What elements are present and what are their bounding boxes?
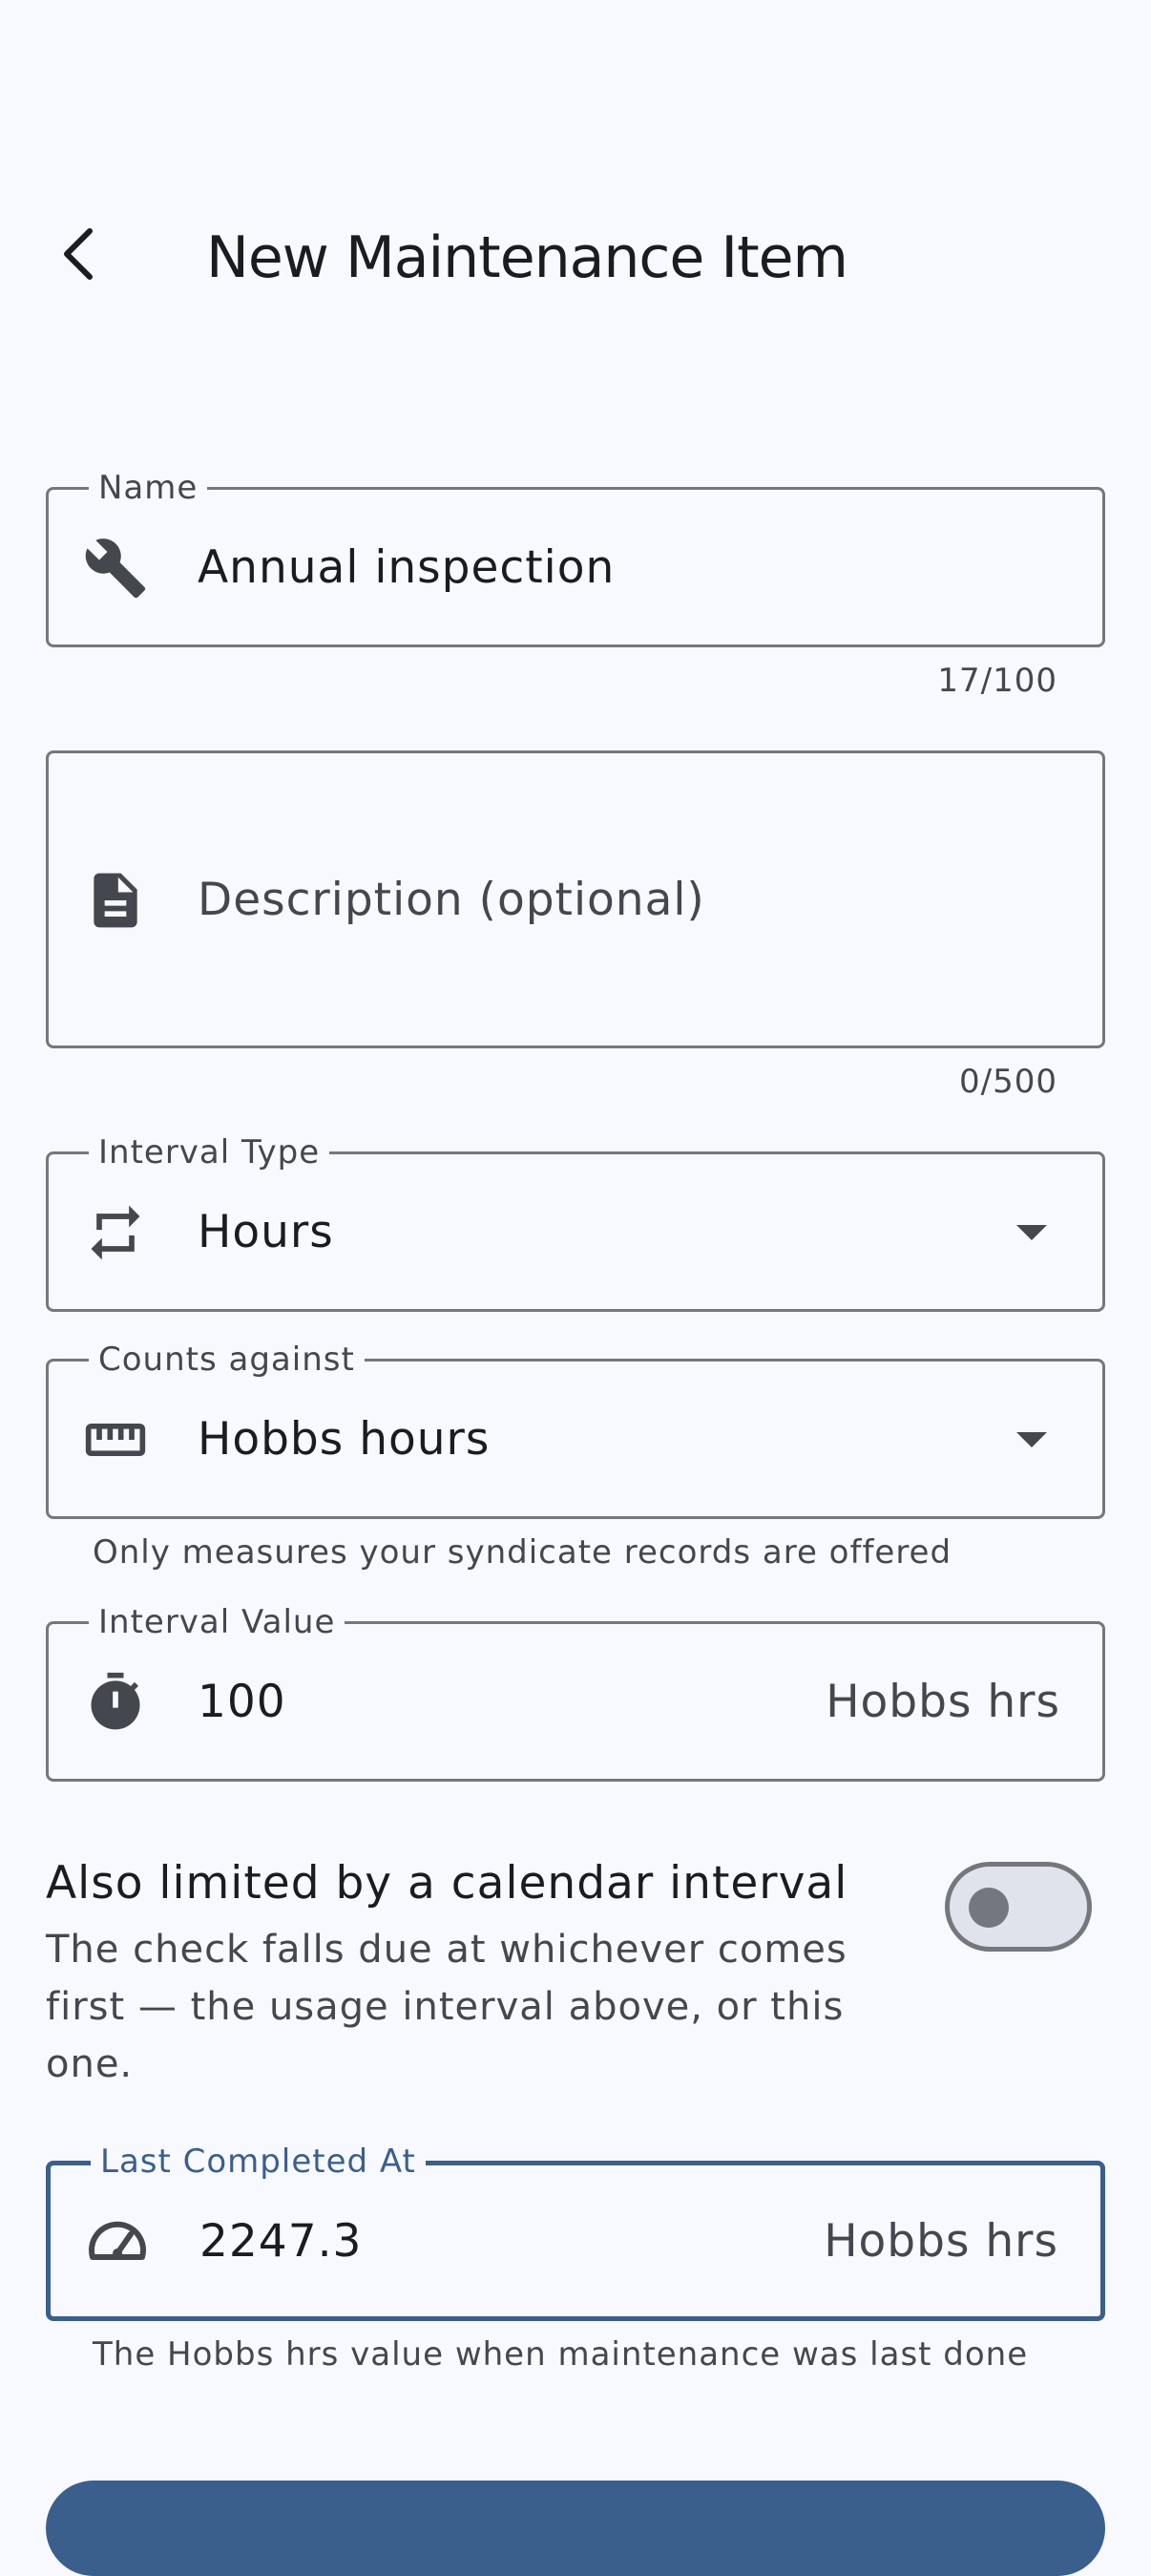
ruler-icon	[83, 1407, 148, 1472]
name-char-counter: 17/100	[937, 662, 1057, 700]
speedometer-icon	[85, 2209, 150, 2274]
top-app-bar: New Maintenance Item	[0, 0, 1151, 382]
name-field[interactable]: Name Annual inspection	[46, 469, 1105, 647]
repeat-icon	[83, 1200, 148, 1265]
last-completed-field[interactable]: Last Completed At 2247.3 Hobbs hrs	[46, 2143, 1105, 2321]
interval-type-value: Hours	[198, 1206, 334, 1258]
page-title: New Maintenance Item	[206, 224, 848, 291]
interval-value-field[interactable]: Interval Value 100 Hobbs hrs	[46, 1603, 1105, 1782]
chevron-down-icon	[1011, 1212, 1053, 1254]
document-icon	[83, 868, 148, 933]
counts-against-value: Hobbs hours	[198, 1413, 491, 1466]
interval-type-label: Interval Type	[89, 1133, 330, 1172]
last-completed-label: Last Completed At	[91, 2143, 426, 2181]
timer-icon	[83, 1670, 148, 1735]
interval-value-suffix: Hobbs hrs	[826, 1676, 1060, 1728]
calendar-interval-switch[interactable]	[945, 1862, 1092, 1952]
interval-type-dropdown[interactable]: Interval Type Hours	[46, 1133, 1105, 1312]
wrench-icon	[83, 536, 148, 601]
counts-against-dropdown[interactable]: Counts against Hobbs hours	[46, 1341, 1105, 1519]
counts-against-helper: Only measures your syndicate records are…	[93, 1533, 952, 1572]
last-completed-suffix: Hobbs hrs	[824, 2215, 1058, 2268]
last-completed-input[interactable]: 2247.3	[199, 2215, 362, 2269]
chevron-down-icon	[1011, 1419, 1053, 1461]
switch-knob	[969, 1888, 1009, 1928]
description-char-counter: 0/500	[959, 1063, 1057, 1101]
calendar-toggle-subtitle: The check falls due at whichever comes f…	[46, 1928, 848, 2086]
last-completed-helper: The Hobbs hrs value when maintenance was…	[93, 2335, 1029, 2374]
name-input[interactable]: Annual inspection	[198, 541, 615, 595]
counts-against-label: Counts against	[89, 1341, 365, 1379]
back-button[interactable]	[38, 212, 122, 296]
calendar-toggle-title: Also limited by a calendar interval	[46, 1857, 848, 1910]
save-button[interactable]	[46, 2481, 1105, 2576]
interval-value-input[interactable]: 100	[198, 1676, 286, 1729]
description-input[interactable]: Description (optional)	[198, 874, 705, 927]
arrow-back-icon	[64, 228, 93, 280]
description-field[interactable]: Description (optional)	[46, 750, 1105, 1048]
name-field-label: Name	[89, 469, 208, 507]
interval-value-label: Interval Value	[89, 1603, 345, 1641]
